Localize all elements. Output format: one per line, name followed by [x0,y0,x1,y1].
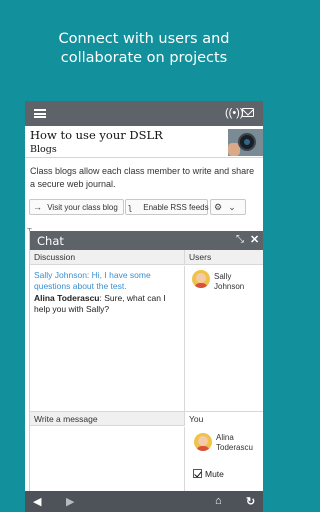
write-message-header: Write a message [30,411,185,426]
avatar [194,433,212,451]
enable-rss-label: Enable RSS feeds [143,203,209,212]
you-header: You [185,411,263,426]
page-title: How to use your DSLR [30,128,163,142]
mail-icon[interactable] [242,108,254,117]
you-name: Alina Toderascu [216,433,253,452]
radio-signal-icon[interactable]: ((•)) [225,107,244,119]
users-list: Sally Johnson [185,266,263,411]
divider [25,157,263,158]
chat-message: Alina Toderascu: Sure, what can I help y… [34,293,180,314]
chat-panel: Chat ⤡ ✕ Discussion Users Sally Johnson:… [29,231,263,491]
page-description: Class blogs allow each class member to w… [30,166,255,189]
mute-label: Mute [205,469,224,479]
bottom-bar: ◀ ▶ ⌂ ↻ [25,491,263,512]
you-pane: Alina Toderascu Mute [185,427,263,491]
users-header: Users [185,250,263,265]
back-icon[interactable]: ◀ [33,495,41,508]
refresh-icon[interactable]: ↻ [246,495,255,508]
promo-line-1: Connect with users and [58,31,230,47]
visit-blog-button[interactable]: → Visit your class blog [29,199,124,215]
settings-dropdown-button[interactable]: ⚙ ⌄ [210,199,246,215]
discussion-header: Discussion [30,250,185,265]
gear-icon: ⚙ [214,202,223,212]
expand-icon[interactable]: ⤡ [236,234,244,245]
promo-text: Connect with users and collaborate on pr… [0,30,288,68]
chat-header: Chat ⤡ ✕ [30,231,263,250]
message-author: Sally Johnson [34,270,87,280]
home-icon[interactable]: ⌂ [215,495,222,507]
message-input[interactable] [30,427,185,491]
chat-message: Sally Johnson: Hi, I have some questions… [34,270,180,291]
promo-line-2: collaborate on projects [60,50,228,66]
arrow-right-icon: → [33,202,42,212]
close-icon[interactable]: ✕ [250,233,259,246]
mute-toggle[interactable]: Mute [193,469,224,479]
hamburger-icon[interactable] [34,109,46,118]
mute-checkbox[interactable] [193,469,202,478]
rss-icon: ʅ [129,202,131,212]
avatar[interactable] [192,270,210,288]
message-author: Alina Toderascu [34,293,100,303]
chevron-down-icon: ⌄ [228,202,236,212]
enable-rss-button[interactable]: ʅ Enable RSS feeds [125,199,209,215]
message-list: Sally Johnson: Hi, I have some questions… [30,266,185,411]
user-name[interactable]: Sally Johnson [214,272,262,292]
top-bar: ((•)) [25,101,263,126]
device-screen: ((•)) How to use your DSLR Blogs Class b… [25,101,263,512]
course-thumbnail [228,129,263,156]
forward-icon[interactable]: ▶ [66,495,74,508]
chat-title: Chat [37,234,64,248]
visit-blog-label: Visit your class blog [47,203,118,212]
page-subtitle: Blogs [30,144,57,155]
